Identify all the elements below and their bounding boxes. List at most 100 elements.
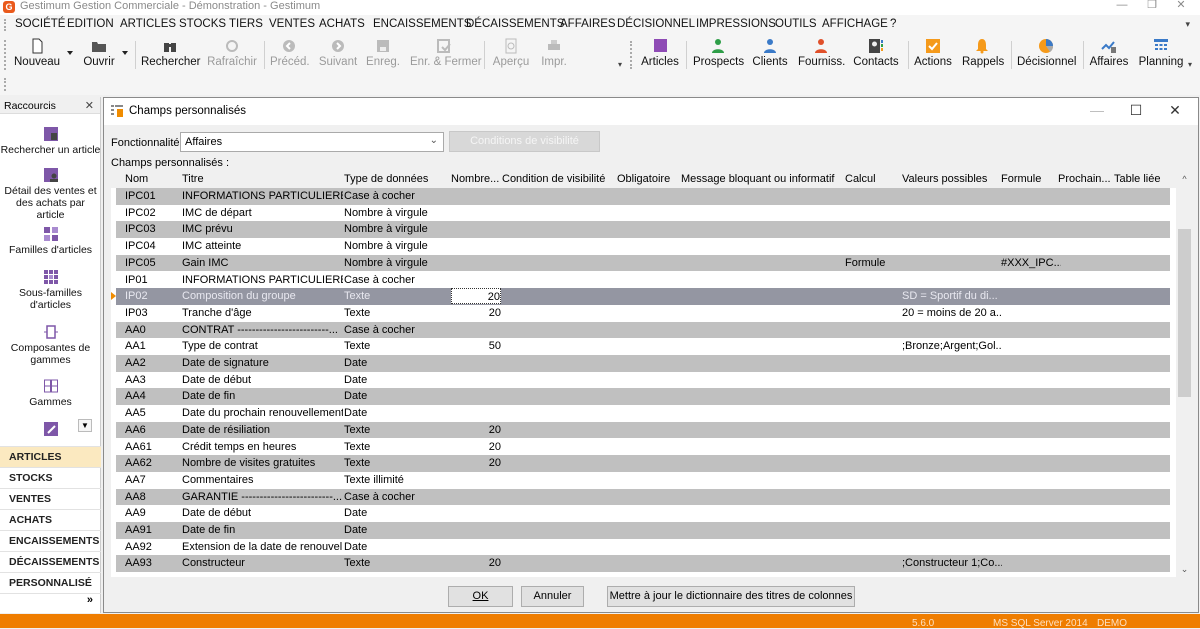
menu-encaissements[interactable]: ENCAISSEMENTS — [373, 18, 471, 30]
planning-button[interactable]: Planning — [1138, 37, 1184, 73]
cell-nom[interactable]: AA92 — [125, 539, 180, 555]
cell-calcul[interactable]: Formule — [845, 255, 900, 271]
cell-titre[interactable]: Date de résiliation — [182, 422, 343, 438]
column-header-table-liee[interactable]: Table liée — [1114, 173, 1160, 185]
affaires-button[interactable]: Affaires — [1089, 37, 1129, 73]
cell-type[interactable]: Nombre à virgule — [344, 221, 449, 237]
table-row[interactable]: AA61 Crédit temps en heures Texte 20 — [116, 439, 1170, 456]
menu-help[interactable]: ? — [890, 18, 896, 30]
cell-type[interactable]: Date — [344, 539, 449, 555]
menu-affichage[interactable]: AFFICHAGE — [822, 18, 888, 30]
imprimer-button[interactable]: Impr. — [538, 37, 570, 73]
cell-nom[interactable]: AA7 — [125, 472, 180, 488]
cell-valeurs[interactable]: ;Constructeur 1;Co... — [902, 555, 1002, 571]
scroll-down-icon[interactable]: ⌄ — [1176, 561, 1193, 577]
cell-nom[interactable]: AA5 — [125, 405, 180, 421]
cell-type[interactable]: Texte — [344, 455, 449, 471]
cell-nom[interactable]: AA0 — [125, 322, 180, 338]
cell-titre[interactable]: Nombre de visites gratuites — [182, 455, 343, 471]
menu-decisionnel[interactable]: DÉCISIONNEL — [617, 18, 695, 30]
cell-nom[interactable]: AA9 — [125, 505, 180, 521]
cell-type[interactable]: Date — [344, 372, 449, 388]
cell-nom[interactable]: AA61 — [125, 439, 180, 455]
table-row[interactable]: AA93 Constructeur Texte 20 ;Constructeur 1;C… — [116, 555, 1170, 573]
cell-valeurs[interactable]: SD = Sportif du di... — [902, 288, 1002, 304]
articles-button[interactable]: Articles — [640, 37, 680, 73]
shortcut-composantes-gammes[interactable]: Composantes de gammes — [0, 325, 101, 366]
minimize-button[interactable]: — — [1107, 0, 1137, 15]
nav-decaissements[interactable]: DÉCAISSEMENTS — [0, 551, 101, 572]
ouvrir-button[interactable]: Ouvrir — [80, 37, 118, 73]
column-header-nombre[interactable]: Nombre... — [451, 173, 499, 185]
cell-titre[interactable]: CONTRAT -------------------------... — [182, 322, 343, 338]
cell-nom[interactable]: IPC01 — [125, 188, 180, 204]
menu-tiers[interactable]: TIERS — [229, 18, 263, 30]
cell-titre[interactable]: INFORMATIONS PARTICULIERES ... — [182, 188, 343, 204]
cell-nombre[interactable]: 20 — [451, 305, 501, 321]
table-row[interactable]: IPC02 IMC de départ Nombre à virgule — [116, 205, 1170, 222]
cell-type[interactable]: Case à cocher — [344, 322, 449, 338]
cell-nom[interactable]: AA93 — [125, 555, 180, 571]
cell-nom[interactable]: AA8 — [125, 489, 180, 505]
cell-titre[interactable]: GARANTIE -------------------------... — [182, 489, 343, 505]
scroll-up-icon[interactable]: ^ — [1176, 171, 1193, 187]
sidebar-close-icon[interactable]: ✕ — [85, 99, 94, 112]
table-row[interactable]: AA7 Commentaires Texte illimité — [116, 472, 1170, 489]
table-row[interactable]: AA5 Date du prochain renouvellement Date — [116, 405, 1170, 422]
dialog-minimize-button[interactable]: — — [1082, 102, 1112, 122]
column-header-formule[interactable]: Formule — [1001, 173, 1041, 185]
cell-titre[interactable]: Date du prochain renouvellement — [182, 405, 343, 421]
table-row[interactable]: AA0 CONTRAT -------------------------... C… — [116, 321, 1170, 339]
cell-nom[interactable]: IPC03 — [125, 221, 180, 237]
cell-type[interactable]: Case à cocher — [344, 489, 449, 505]
cell-type[interactable]: Texte — [344, 338, 449, 354]
cell-nom[interactable]: IP01 — [125, 272, 180, 288]
menu-stocks[interactable]: STOCKS — [179, 18, 226, 30]
toolbar-grip[interactable] — [4, 78, 6, 91]
toolbar-grip[interactable] — [4, 40, 6, 70]
apercu-button[interactable]: Aperçu — [492, 37, 530, 73]
menu-societe[interactable]: SOCIÉTÉ — [15, 18, 65, 30]
cell-titre[interactable]: Tranche d'âge — [182, 305, 343, 321]
cell-type[interactable]: Case à cocher — [344, 272, 449, 288]
menu-decaissements[interactable]: DÉCAISSEMENTS — [466, 18, 564, 30]
actions-button[interactable]: Actions — [914, 37, 952, 73]
cell-type[interactable]: Date — [344, 505, 449, 521]
cell-nombre[interactable]: 20 — [451, 439, 501, 455]
cell-titre[interactable]: Date de signature — [182, 355, 343, 371]
cell-valeurs[interactable]: ;Bronze;Argent;Gol... — [902, 338, 1002, 354]
cell-titre[interactable]: Date de fin — [182, 388, 343, 404]
table-row[interactable]: IPC04 IMC atteinte Nombre à virgule — [116, 238, 1170, 255]
shortcut-familles-articles[interactable]: Familles d'articles — [0, 227, 101, 256]
table-row[interactable]: IPC05 Gain IMC Nombre à virgule Formule #XXX… — [116, 254, 1170, 272]
menu-outils[interactable]: OUTILS — [775, 18, 817, 30]
cell-type[interactable]: Case à cocher — [344, 188, 449, 204]
prospects-button[interactable]: Prospects — [693, 37, 744, 73]
table-row[interactable]: IPC01INFORMATIONS PARTICULIERES ...Case … — [116, 188, 1170, 205]
cell-titre[interactable]: Crédit temps en heures — [182, 439, 343, 455]
cell-nom[interactable]: IPC02 — [125, 205, 180, 221]
cell-nom[interactable]: IPC04 — [125, 238, 180, 254]
cell-type[interactable]: Texte — [344, 422, 449, 438]
column-header-calcul[interactable]: Calcul — [845, 173, 876, 185]
toolbar-overflow-icon[interactable]: ▾ — [1188, 60, 1192, 69]
cell-valeurs[interactable]: 20 = moins de 20 a... — [902, 305, 1002, 321]
shortcut-detail-ventes-achats[interactable]: Détail des ventes et des achats par arti… — [0, 168, 101, 221]
shortcut-sous-familles[interactable]: Sous-familles d'articles — [0, 270, 101, 311]
cell-titre[interactable]: Commentaires — [182, 472, 343, 488]
menu-ventes[interactable]: VENTES — [269, 18, 315, 30]
column-header-obligatoire[interactable]: Obligatoire — [617, 173, 670, 185]
cell-titre[interactable]: IMC atteinte — [182, 238, 343, 254]
toolbar-grip[interactable] — [630, 41, 632, 69]
cell-type[interactable]: Date — [344, 388, 449, 404]
table-row[interactable]: AA6 Date de résiliation Texte 20 — [116, 421, 1170, 439]
cell-formule[interactable]: #XXX_IPC... — [1001, 255, 1061, 271]
cell-titre[interactable]: Type de contrat — [182, 338, 343, 354]
dialog-maximize-button[interactable]: ☐ — [1121, 102, 1151, 122]
enregistrer-button[interactable]: Enreg. — [366, 37, 400, 73]
nav-stocks[interactable]: STOCKS — [0, 467, 101, 488]
cell-type[interactable]: Nombre à virgule — [344, 205, 449, 221]
menu-affaires[interactable]: AFFAIRES — [560, 18, 616, 30]
table-row[interactable]: AA91 Date de fin Date — [116, 522, 1170, 539]
cell-nom[interactable]: AA1 — [125, 338, 180, 354]
